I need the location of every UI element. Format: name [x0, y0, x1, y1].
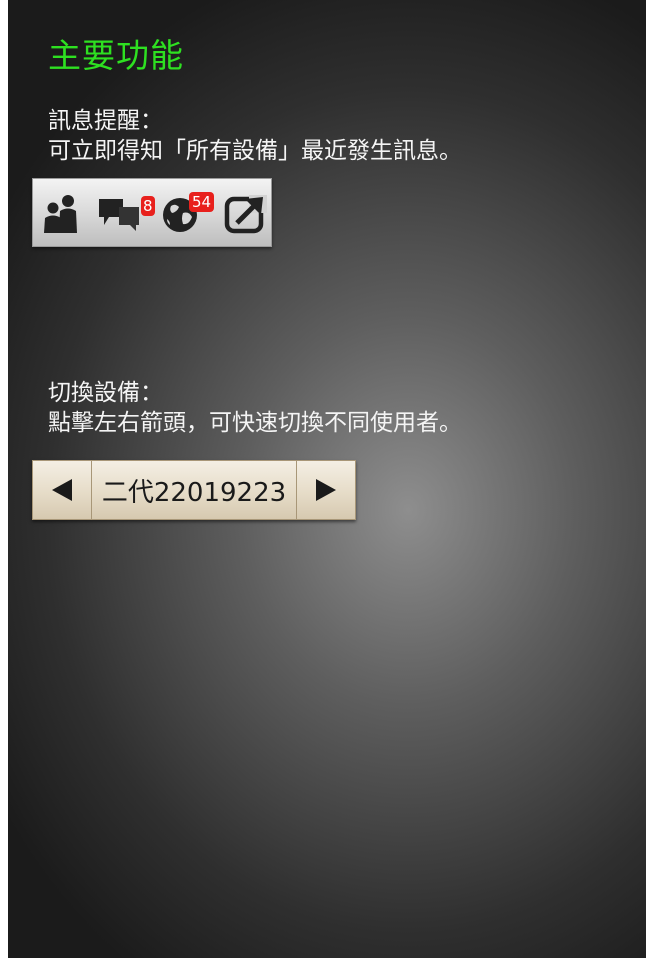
current-device-label: 二代22019223 [101, 477, 287, 508]
globe-count-badge: 54 [189, 192, 214, 212]
notification-heading: 訊息提醒： [48, 108, 163, 134]
previous-device-button[interactable] [33, 461, 92, 519]
chat-bubbles-icon[interactable] [95, 193, 139, 235]
page-title: 主要功能 [48, 36, 184, 75]
switch-description: 切換設備： 點擊左右箭頭，可快速切換不同使用者。 [48, 378, 462, 438]
share-icon[interactable] [223, 193, 267, 235]
switch-heading: 切換設備： [48, 380, 163, 406]
notification-description: 訊息提醒： 可立即得知「所有設備」最近發生訊息。 [48, 106, 462, 166]
icon-bar: 8 54 [32, 178, 272, 247]
arrow-right-icon [316, 479, 336, 501]
notification-text: 可立即得知「所有設備」最近發生訊息。 [48, 138, 462, 164]
next-device-button[interactable] [296, 461, 355, 519]
screen: 主要功能 訊息提醒： 可立即得知「所有設備」最近發生訊息。 8 54 切換設備：… [8, 0, 646, 958]
message-count-badge: 8 [141, 196, 155, 216]
device-switcher: 二代22019223 [32, 460, 356, 520]
arrow-left-icon [52, 479, 72, 501]
switch-text: 點擊左右箭頭，可快速切換不同使用者。 [48, 410, 462, 436]
users-icon[interactable] [41, 193, 81, 235]
